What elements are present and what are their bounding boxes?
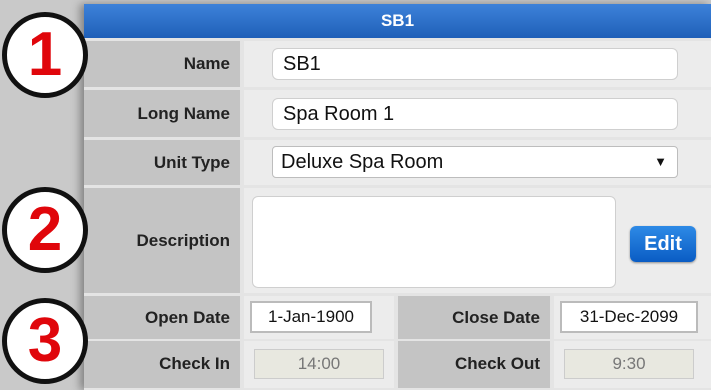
check-in-cell: 14:00	[244, 341, 394, 388]
panel-title: SB1	[84, 4, 711, 38]
long-name-label: Long Name	[84, 90, 240, 137]
open-date-label: Open Date	[84, 296, 240, 339]
times-row: Check In 14:00 Check Out 9:30	[84, 341, 711, 388]
step-marker-1: 1	[2, 12, 88, 98]
check-in-label: Check In	[84, 341, 240, 388]
long-name-value-cell: Spa Room 1	[244, 90, 711, 137]
unit-type-row: Unit Type Deluxe Spa Room ▼	[84, 140, 711, 185]
check-out-label: Check Out	[398, 341, 550, 388]
long-name-input[interactable]: Spa Room 1	[272, 98, 678, 130]
check-out-input[interactable]: 9:30	[564, 349, 694, 379]
name-value-cell: SB1	[244, 41, 711, 87]
close-date-input[interactable]: 31-Dec-2099	[560, 301, 698, 333]
chevron-down-icon: ▼	[654, 154, 667, 169]
unit-type-label: Unit Type	[84, 140, 240, 185]
edit-button[interactable]: Edit	[630, 226, 696, 262]
close-date-cell: 31-Dec-2099	[554, 296, 711, 339]
check-out-cell: 9:30	[554, 341, 711, 388]
open-date-cell: 1-Jan-1900	[244, 296, 394, 339]
unit-type-selected: Deluxe Spa Room	[281, 151, 444, 173]
description-label: Description	[84, 188, 240, 293]
name-input[interactable]: SB1	[272, 48, 678, 80]
description-row: Description Edit	[84, 188, 711, 293]
check-in-input[interactable]: 14:00	[254, 349, 384, 379]
open-date-input[interactable]: 1-Jan-1900	[250, 301, 372, 333]
unit-editor-panel: SB1 Name SB1 Long Name Spa Room 1 Unit T…	[84, 4, 711, 390]
close-date-label: Close Date	[398, 296, 550, 339]
description-textarea[interactable]	[252, 196, 616, 288]
step-marker-2: 2	[2, 187, 88, 273]
name-row: Name SB1	[84, 41, 711, 87]
unit-type-value-cell: Deluxe Spa Room ▼	[244, 140, 711, 185]
long-name-row: Long Name Spa Room 1	[84, 90, 711, 137]
step-marker-3: 3	[2, 298, 88, 384]
unit-type-select[interactable]: Deluxe Spa Room ▼	[272, 146, 678, 178]
dates-row: Open Date 1-Jan-1900 Close Date 31-Dec-2…	[84, 296, 711, 339]
name-label: Name	[84, 41, 240, 87]
